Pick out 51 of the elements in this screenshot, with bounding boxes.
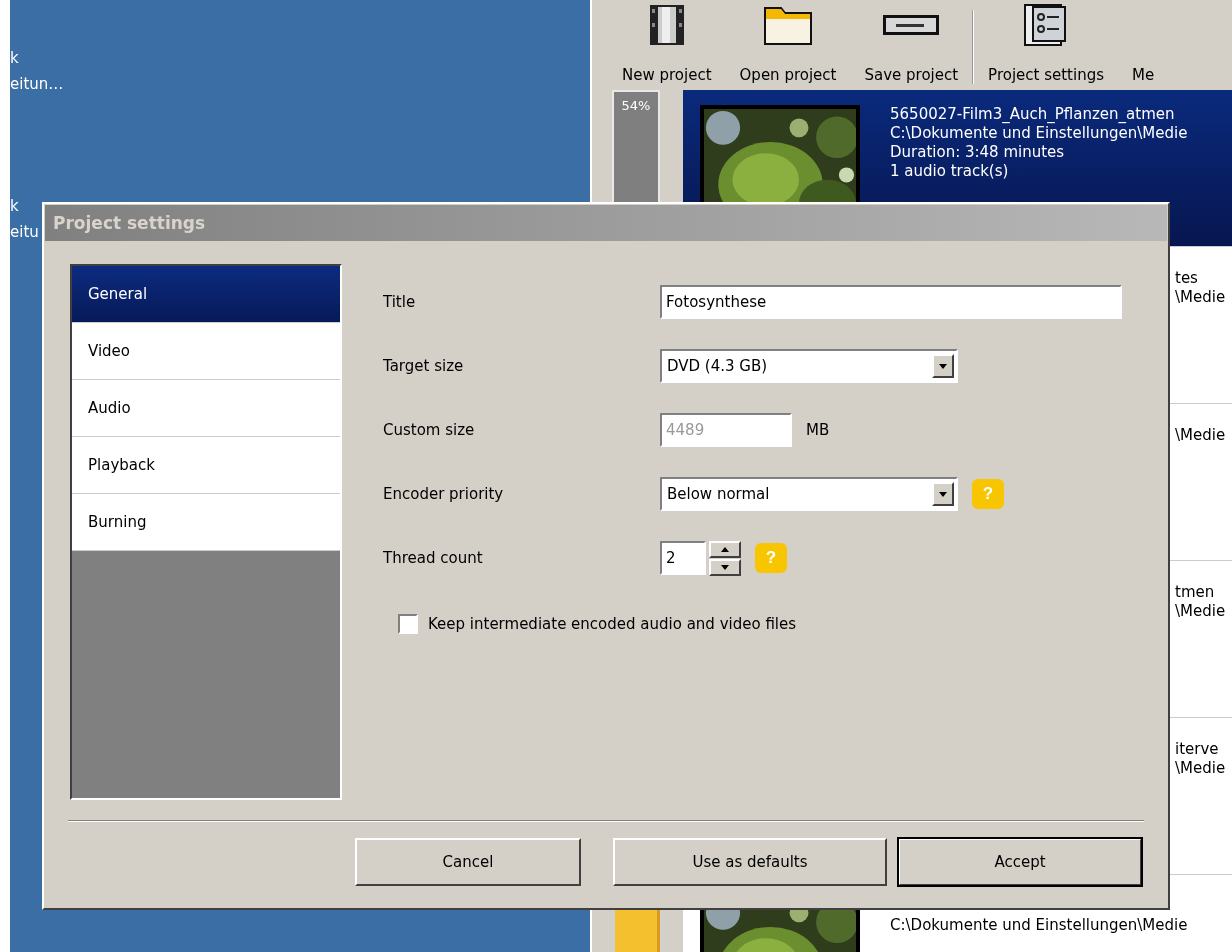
field-label: Custom size: [383, 421, 476, 439]
title-field[interactable]: Fotosynthese: [660, 285, 1122, 319]
dropdown-button[interactable]: [932, 354, 954, 378]
folder-icon: [763, 4, 813, 46]
item-text: tes: [1175, 269, 1199, 288]
dropdown[interactable]: Below normal: [660, 477, 958, 511]
item-text: \Medie: [1175, 759, 1226, 778]
count-field[interactable]: 2: [660, 541, 706, 575]
item-text: \Medie: [1175, 602, 1226, 621]
item-text: \Medie: [1175, 288, 1226, 307]
film-icon: [648, 4, 685, 46]
item-text: C:\Dokumente und Einstellungen\Medie: [890, 124, 1188, 143]
spin-down-button[interactable]: [709, 558, 741, 576]
toolbar-button[interactable]: Open project: [725, 0, 851, 84]
dialog-button[interactable]: Use as defaults: [613, 838, 887, 886]
checkbox-label[interactable]: Keep intermediate encoded audio and video files: [428, 615, 797, 633]
field-label: Target size: [383, 357, 465, 375]
item-text: 1 audio track(s): [890, 162, 1010, 181]
item-text: \Medie: [1175, 426, 1226, 445]
drive-icon: [882, 14, 941, 36]
toolbar-button[interactable]: Save project: [850, 0, 973, 84]
item-text: Duration: 3:48 minutes: [890, 143, 1066, 162]
window-title: Project settings: [53, 213, 206, 233]
item-text: C:\Dokumente und Einstellungen\Medie: [890, 916, 1188, 935]
dropdown[interactable]: DVD (4.3 GB): [660, 349, 958, 383]
desktop-icon-label[interactable]: k: [10, 45, 590, 71]
desktop-icon-label[interactable]: eitun…: [10, 71, 590, 97]
item-text: iterve: [1175, 740, 1220, 759]
dialog-button[interactable]: Cancel: [355, 838, 581, 886]
down-triangle-icon: [939, 363, 947, 369]
down-triangle-icon: [721, 564, 729, 570]
category-item[interactable]: Playback: [72, 437, 340, 494]
item-text: tmen: [1175, 583, 1216, 602]
unit-label: MB: [806, 421, 830, 439]
spin-up-button[interactable]: [709, 540, 741, 558]
category-item[interactable]: Burning: [72, 494, 340, 551]
checkbox[interactable]: [398, 614, 418, 634]
down-triangle-icon: [939, 491, 947, 497]
up-triangle-icon: [721, 546, 729, 552]
field-label: Thread count: [383, 549, 484, 567]
category-item[interactable]: Audio: [72, 380, 340, 437]
dialog-button[interactable]: Accept: [898, 838, 1142, 886]
toolbar-button[interactable]: Me: [1118, 0, 1169, 84]
field-label: Title: [383, 293, 417, 311]
category-item[interactable]: Video: [72, 323, 340, 380]
toolbar-button[interactable]: New project: [608, 0, 726, 84]
field-label: Encoder priority: [383, 485, 505, 503]
category-item[interactable]: General: [72, 266, 340, 323]
toolbar-button[interactable]: Project settings: [974, 0, 1118, 84]
item-text: 5650027-Film3_Auch_Pflanzen_atmen: [890, 105, 1176, 124]
dropdown-button[interactable]: [932, 482, 954, 506]
